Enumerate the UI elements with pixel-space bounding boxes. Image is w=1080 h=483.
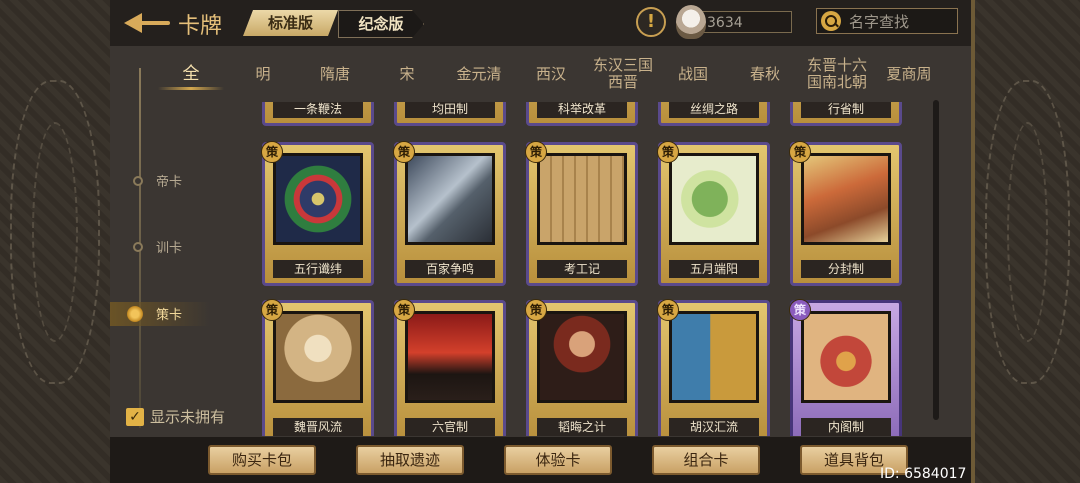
card-kaogongji[interactable]: 策 考工记 xyxy=(525,141,638,286)
category-training-cards[interactable]: 训卡 xyxy=(110,235,210,259)
dragon-ornament-icon xyxy=(985,80,1070,384)
strategy-badge-icon: 策 xyxy=(261,141,283,163)
card-neigezhi[interactable]: 策 内阁制 xyxy=(789,299,902,436)
card-art xyxy=(405,311,495,403)
era-tab-bar: 全 明 隋唐 宋 金元清 西汉 东汉三国西晋 战国 春秋 东晋十六国南北朝 夏商… xyxy=(110,46,971,102)
strategy-badge-icon: 策 xyxy=(525,141,547,163)
page-title: 卡牌 xyxy=(178,14,223,39)
card-art xyxy=(405,153,495,245)
search-icon[interactable] xyxy=(821,11,841,31)
card-taohuizhiji[interactable]: 策 韬晦之计 xyxy=(525,299,638,436)
buy-pack-button[interactable]: 购买卡包 xyxy=(208,445,316,475)
card-kejugaige[interactable]: 科举改革 xyxy=(526,102,638,126)
coin-amount: 3634 xyxy=(707,15,743,31)
tab-standard-version[interactable]: 标准版 xyxy=(243,10,338,36)
tab-era-sui-tang[interactable]: 隋唐 xyxy=(302,46,368,102)
combo-card-button[interactable]: 组合卡 xyxy=(652,445,760,475)
tab-era-all[interactable]: 全 xyxy=(158,46,224,102)
category-dot-icon xyxy=(133,242,143,252)
category-dot-icon xyxy=(133,176,143,186)
strategy-badge-icon: 策 xyxy=(393,299,415,321)
card-wuyueduanyang[interactable]: 策 五月端阳 xyxy=(657,141,770,286)
back-arrow-icon[interactable] xyxy=(124,10,170,36)
warning-icon[interactable]: ! xyxy=(636,7,666,37)
right-dragon-border xyxy=(971,0,1080,483)
card-baijiazhengming[interactable]: 策 百家争鸣 xyxy=(393,141,506,286)
card-art xyxy=(801,153,891,245)
tab-commemorative-version[interactable]: 纪念版 xyxy=(338,10,424,38)
player-id: ID: 6584017 xyxy=(880,466,967,482)
card-art xyxy=(273,311,363,403)
search-box[interactable] xyxy=(816,8,958,34)
tab-era-jin-yuan-qing[interactable]: 金元清 xyxy=(446,46,512,102)
tab-era-ming[interactable]: 明 xyxy=(230,46,296,102)
strategy-badge-icon: 策 xyxy=(657,141,679,163)
lotus-icon xyxy=(126,305,144,323)
strategy-badge-icon: 策 xyxy=(789,141,811,163)
card-fenfengzhi[interactable]: 策 分封制 xyxy=(789,141,902,286)
card-art xyxy=(669,311,759,403)
strategy-badge-icon: 策 xyxy=(393,141,415,163)
card-art xyxy=(537,153,627,245)
left-dragon-border xyxy=(0,0,114,483)
dragon-ornament-icon xyxy=(10,80,100,384)
card-art xyxy=(273,153,363,245)
card-xingshengzhi[interactable]: 行省制 xyxy=(790,102,902,126)
card-wuxingchenwei[interactable]: 策 五行谶纬 xyxy=(261,141,374,286)
draw-relic-button[interactable]: 抽取遗迹 xyxy=(356,445,464,475)
card-sichouzhilu[interactable]: 丝绸之路 xyxy=(658,102,770,126)
top-bar: 卡牌 标准版 纪念版 ! 3634 xyxy=(110,0,971,46)
card-yitiaobianfa[interactable]: 一条鞭法 xyxy=(262,102,374,126)
tab-era-western-han[interactable]: 西汉 xyxy=(518,46,584,102)
card-art xyxy=(669,153,759,245)
tab-era-xia-shang-zhou[interactable]: 夏商周 xyxy=(876,46,942,102)
trial-card-button[interactable]: 体验卡 xyxy=(504,445,612,475)
strategy-badge-icon: 策 xyxy=(261,299,283,321)
card-collection-panel: 卡牌 标准版 纪念版 ! 3634 全 明 隋唐 宋 金元清 西汉 东汉三国西晋… xyxy=(110,0,971,483)
bottom-bar: 购买卡包 抽取遗迹 体验卡 组合卡 道具背包 xyxy=(110,437,971,483)
card-liuguanzhi[interactable]: 策 六官制 xyxy=(393,299,506,436)
tab-era-song[interactable]: 宋 xyxy=(374,46,440,102)
strategy-badge-icon: 策 xyxy=(525,299,547,321)
card-juntianzhi[interactable]: 均田制 xyxy=(394,102,506,126)
category-strategy-cards[interactable]: 策卡 xyxy=(110,302,210,326)
card-weijinfengliu[interactable]: 策 魏晋风流 xyxy=(261,299,374,436)
tab-era-warring-states[interactable]: 战国 xyxy=(660,46,726,102)
card-grid: 一条鞭法 均田制 科举改革 丝绸之路 行省制 策 五行谶纬 策 百家争鸣 策 考… xyxy=(256,102,924,436)
card-grid-scrollbar[interactable] xyxy=(933,100,939,420)
crane-currency-icon xyxy=(676,5,706,39)
checkbox-checked-icon[interactable]: ✓ xyxy=(126,408,144,426)
search-input[interactable] xyxy=(847,11,955,33)
strategy-badge-icon: 策 xyxy=(657,299,679,321)
tab-era-eastern-han-three-kingdoms[interactable]: 东汉三国西晋 xyxy=(588,46,658,102)
category-emperor-cards[interactable]: 帝卡 xyxy=(110,169,210,193)
coin-counter: 3634 xyxy=(698,11,792,33)
card-art xyxy=(801,311,891,403)
card-huhanhuiliu[interactable]: 策 胡汉汇流 xyxy=(657,299,770,436)
tab-era-spring-autumn[interactable]: 春秋 xyxy=(732,46,798,102)
card-art xyxy=(537,311,627,403)
tab-era-eastern-jin-sixteen-kingdoms[interactable]: 东晋十六国南北朝 xyxy=(802,46,872,102)
strategy-badge-icon: 策 xyxy=(789,299,811,321)
